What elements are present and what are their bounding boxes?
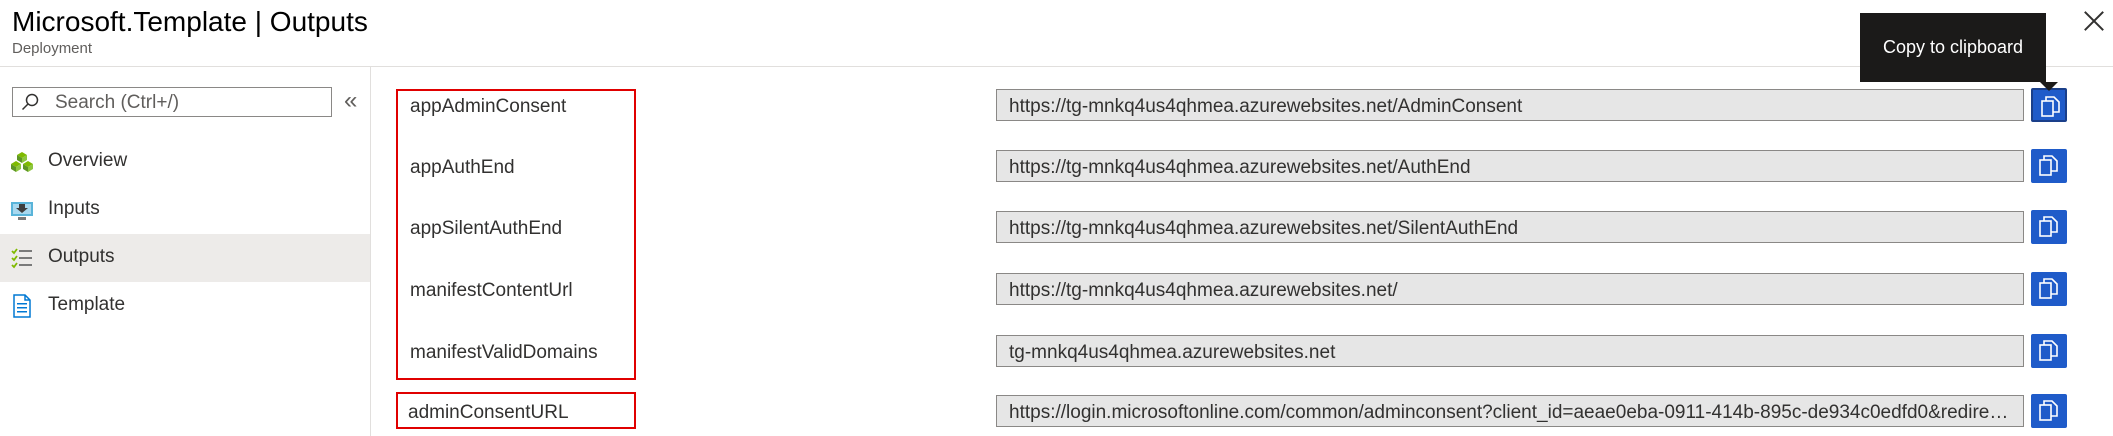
sidebar-item-overview[interactable]: Overview [0,138,370,186]
output-value-field[interactable]: https://login.microsoftonline.com/common… [996,395,2024,427]
output-name: manifestContentUrl [410,280,573,301]
overview-cubes-icon [11,152,33,172]
copy-to-clipboard-button[interactable] [2031,334,2067,368]
output-name: adminConsentURL [408,402,569,423]
copy-icon [2039,340,2058,361]
sidebar-item-label: Outputs [48,246,115,267]
page-subtitle: Deployment [12,40,93,57]
output-value-field[interactable]: https://tg-mnkq4us4qhmea.azurewebsites.n… [996,150,2024,182]
copy-to-clipboard-button[interactable] [2031,149,2067,183]
output-name: appAdminConsent [410,96,567,117]
copy-to-clipboard-button[interactable] [2031,394,2067,428]
output-value-field[interactable]: https://tg-mnkq4us4qhmea.azurewebsites.n… [996,89,2024,121]
copy-to-clipboard-button[interactable] [2031,272,2067,306]
outputs-checklist-icon [11,248,32,269]
close-icon[interactable] [2083,10,2105,32]
sidebar: Search (Ctrl+/) « Overview Inputs Output… [0,67,371,436]
page-title: Microsoft.Template | Outputs [12,6,368,37]
output-name: appAuthEnd [410,157,515,178]
tooltip: Copy to clipboard [1860,13,2046,82]
sidebar-item-label: Template [48,294,126,315]
output-value-field[interactable]: tg-mnkq4us4qhmea.azurewebsites.net [996,335,2024,367]
sidebar-item-template[interactable]: Template [0,282,370,330]
copy-icon [2039,155,2058,176]
copy-to-clipboard-button[interactable] [2031,210,2067,244]
template-document-icon [13,294,31,318]
copy-to-clipboard-button[interactable] [2031,88,2067,122]
copy-icon [2039,216,2058,237]
search-placeholder: Search (Ctrl+/) [55,92,180,113]
inputs-download-icon [11,202,33,220]
search-icon [21,93,39,111]
output-value-field[interactable]: https://tg-mnkq4us4qhmea.azurewebsites.n… [996,211,2024,243]
sidebar-item-outputs[interactable]: Outputs [0,234,370,282]
sidebar-item-label: Overview [48,150,128,171]
output-name: appSilentAuthEnd [410,218,563,239]
copy-icon [2039,278,2058,299]
tooltip-arrow [2040,82,2058,91]
sidebar-item-label: Inputs [48,198,100,219]
copy-icon [2039,400,2058,421]
search-input[interactable]: Search (Ctrl+/) [12,87,332,117]
collapse-sidebar-icon[interactable]: « [344,87,357,115]
output-value-field[interactable]: https://tg-mnkq4us4qhmea.azurewebsites.n… [996,273,2024,305]
blade-header: Microsoft.Template | Outputs Deployment [0,0,2113,67]
copy-icon [2041,96,2060,117]
sidebar-item-inputs[interactable]: Inputs [0,186,370,234]
output-name: manifestValidDomains [410,342,598,363]
